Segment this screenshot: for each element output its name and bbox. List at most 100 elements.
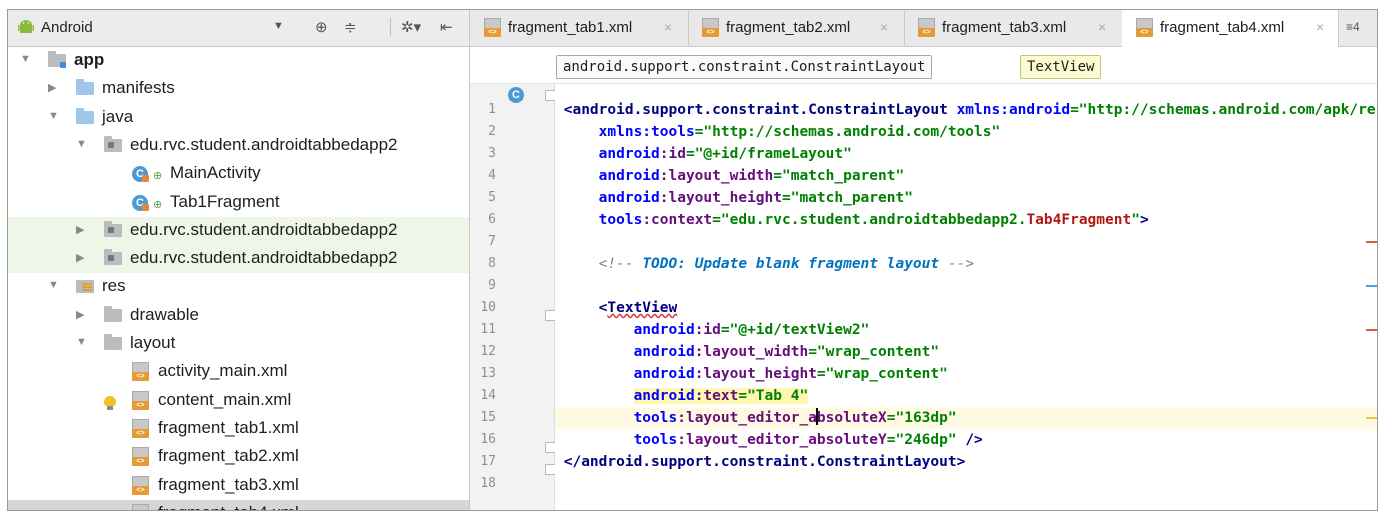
code-token: ="match_parent" [781, 190, 913, 206]
code-line[interactable]: tools:context="edu.rvc.student.androidta… [555, 209, 1377, 231]
close-icon[interactable]: × [1098, 19, 1106, 35]
code-token: android [633, 388, 695, 404]
error-stripe-marker[interactable] [1366, 241, 1377, 243]
xml-file-icon: <> [132, 362, 149, 382]
line-number: 17 [480, 454, 496, 469]
tree-item[interactable]: ▶ edu.rvc.student.androidtabbedapp2 [8, 245, 469, 274]
tree-item[interactable]: ⊕ C MainActivity [8, 160, 469, 188]
tree-item[interactable]: ▶ manifests [8, 75, 469, 103]
code-line[interactable]: android:layout_height="match_parent" [555, 187, 1377, 209]
code-line[interactable]: <!-- TODO: Update blank fragment layout … [555, 253, 1377, 275]
tree-item-label: edu.rvc.student.androidtabbedapp2 [130, 134, 398, 154]
tree-item-label: activity_main.xml [158, 361, 288, 381]
project-view-selector[interactable]: Android [41, 19, 93, 36]
tree-item[interactable]: ▶ edu.rvc.student.androidtabbedapp2 [8, 216, 469, 245]
chevron-right-icon[interactable]: ▶ [48, 81, 56, 94]
code-token: :layout_editor_a [677, 410, 817, 426]
tab-fragment-tab4[interactable]: <> fragment_tab4.xml × [1122, 10, 1339, 47]
code-line[interactable]: <android.support.constraint.ConstraintLa… [555, 99, 1377, 121]
line-number: 8 [488, 256, 496, 271]
gear-icon[interactable]: ✲▾ [401, 18, 421, 36]
gray-folder-icon [104, 305, 122, 322]
code-line[interactable]: <TextView [555, 297, 1377, 319]
tree-item[interactable]: <> fragment_tab4.xml [8, 499, 469, 510]
code-line[interactable] [555, 473, 1377, 495]
tree-item-label: manifests [102, 78, 175, 98]
chevron-right-icon[interactable]: ▶ [76, 251, 84, 264]
error-stripe-marker[interactable] [1366, 417, 1377, 419]
code-line[interactable] [555, 275, 1377, 297]
target-icon[interactable]: ⊕ [315, 18, 328, 36]
tree-item[interactable]: <> activity_main.xml [8, 358, 469, 386]
chevron-down-icon[interactable]: ▼ [273, 20, 284, 32]
tab-overflow-button[interactable]: ≡4 [1346, 20, 1360, 34]
code-line[interactable]: android:id="@+id/frameLayout" [555, 143, 1377, 165]
code-line[interactable]: tools:layout_editor_absoluteX="163dp" [555, 407, 1377, 429]
package-icon [104, 135, 122, 152]
chevron-right-icon[interactable]: ▶ [76, 223, 84, 236]
code-line[interactable]: xmlns:tools="http://schemas.android.com/… [555, 121, 1377, 143]
line-number: 18 [480, 476, 496, 491]
close-icon[interactable]: × [1316, 19, 1324, 35]
line-number: 10 [480, 300, 496, 315]
chevron-down-icon[interactable]: ▼ [76, 138, 87, 150]
lightbulb-icon[interactable] [104, 396, 116, 410]
tree-item[interactable]: ▼ edu.rvc.student.androidtabbedapp2 [8, 132, 469, 160]
code-line[interactable]: </android.support.constraint.ConstraintL… [555, 451, 1377, 473]
tree-item[interactable]: ▼ res [8, 273, 469, 301]
breadcrumb-textview[interactable]: TextView [1020, 55, 1102, 79]
tree-item[interactable]: ▼ java [8, 104, 469, 132]
ide-window: Android ▼ ⊕ ≑ ✲▾ ⇤ ▼ app ▶ manifests ▼ java ▼ e… [7, 9, 1378, 511]
code-token: android [633, 322, 695, 338]
tab-fragment-tab2[interactable]: <> fragment_tab2.xml × [688, 10, 905, 46]
tree-item[interactable]: ▼ layout [8, 330, 469, 358]
close-icon[interactable]: × [880, 19, 888, 35]
tree-item-label: fragment_tab4.xml [158, 503, 299, 510]
package-icon [104, 249, 122, 266]
tab-fragment-tab1[interactable]: <> fragment_tab1.xml × [470, 10, 689, 46]
chevron-down-icon[interactable]: ▼ [48, 279, 59, 291]
hide-panel-icon[interactable]: ⇤ [440, 18, 453, 36]
tree-item-label: fragment_tab2.xml [158, 446, 299, 466]
breadcrumb: android.support.constraint.ConstraintLay… [470, 47, 1377, 84]
tree-item-label: drawable [130, 304, 199, 324]
code-token: ="246dp" [886, 432, 957, 448]
code-line[interactable] [555, 231, 1377, 253]
error-stripe-marker[interactable] [1366, 329, 1377, 331]
class-icon[interactable]: C [508, 87, 524, 103]
collapse-icon[interactable]: ≑ [344, 18, 357, 36]
chevron-down-icon[interactable]: ▼ [20, 53, 31, 65]
close-icon[interactable]: × [664, 19, 672, 35]
tree-item[interactable]: ⊕ C Tab1Fragment [8, 189, 469, 217]
breadcrumb-constraint-layout[interactable]: android.support.constraint.ConstraintLay… [556, 55, 933, 79]
code-token: Tab4Fragment [1026, 212, 1132, 228]
code-token: ="163dp" [886, 410, 957, 426]
code-line[interactable]: android:layout_width="wrap_content" [555, 341, 1377, 363]
code-line[interactable]: android:layout_width="match_parent" [555, 165, 1377, 187]
code-token: bsoluteX [816, 410, 887, 426]
code-line[interactable]: android:layout_height="wrap_content" [555, 363, 1377, 385]
tree-item[interactable]: <> fragment_tab3.xml [8, 472, 469, 500]
chevron-down-icon[interactable]: ▼ [48, 110, 59, 122]
code-token: android [598, 190, 660, 206]
code-token: android [633, 366, 695, 382]
code-token: :context [642, 212, 713, 228]
code-editor[interactable]: <android.support.constraint.ConstraintLa… [555, 84, 1377, 510]
chevron-down-icon[interactable]: ▼ [76, 336, 87, 348]
tree-item[interactable]: <> fragment_tab1.xml [8, 415, 469, 443]
code-line[interactable]: android:text="Tab 4" [555, 385, 1377, 407]
chevron-right-icon[interactable]: ▶ [76, 308, 84, 321]
tree-item[interactable]: ▼ app [8, 47, 469, 75]
code-line[interactable]: tools:layout_editor_absoluteY="246dp" /> [555, 429, 1377, 451]
xml-file-icon: <> [132, 475, 149, 496]
code-token: ="edu.rvc.student.androidtabbedapp2. [712, 212, 1027, 228]
line-number: 3 [488, 146, 496, 161]
tree-item[interactable]: <> fragment_tab2.xml [8, 443, 469, 471]
tree-item[interactable]: ▶ drawable [8, 302, 469, 330]
tree-item[interactable]: <> content_main.xml [8, 387, 469, 415]
code-line[interactable]: android:id="@+id/textView2" [555, 319, 1377, 341]
tab-fragment-tab3[interactable]: <> fragment_tab3.xml × [904, 10, 1123, 46]
error-stripe-marker[interactable] [1366, 285, 1377, 287]
